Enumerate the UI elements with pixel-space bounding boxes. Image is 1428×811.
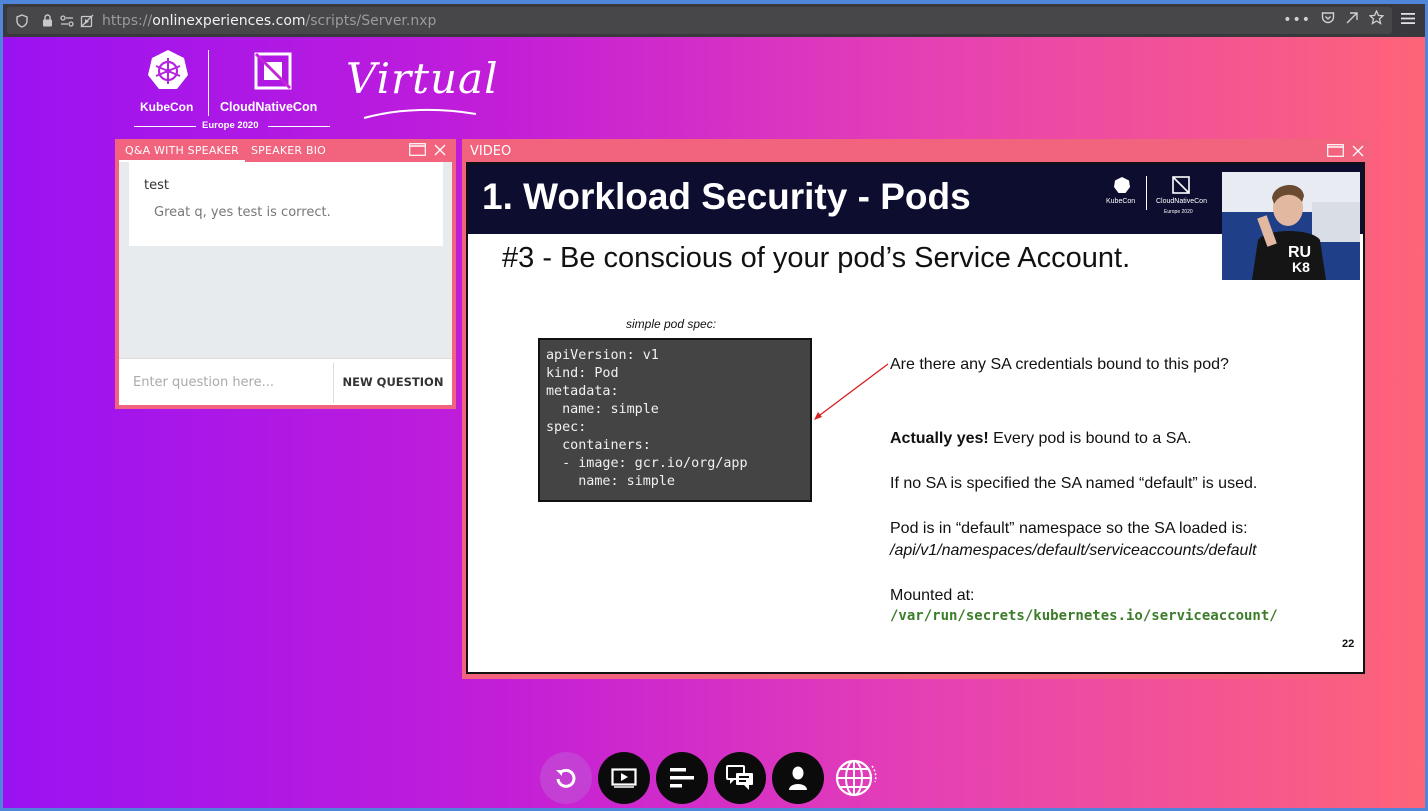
shield-icon[interactable] (16, 11, 28, 31)
virtual-swash (363, 108, 477, 119)
question-input[interactable] (119, 359, 333, 405)
event-logo: KubeCon CloudNativeCon Europe 2020 Virtu… (134, 48, 498, 132)
hamburger-menu-icon[interactable] (1401, 10, 1415, 29)
tab-qa-with-speaker[interactable]: Q&A WITH SPEAKER (119, 139, 245, 162)
spec-label: simple pod spec: (626, 317, 717, 331)
slide-page-number: 22 (1342, 638, 1355, 650)
browser-toolbar: https://onlinexperiences.com/scripts/Ser… (3, 4, 1425, 37)
language-icon (835, 759, 877, 797)
new-question-button[interactable]: NEW QUESTION (334, 359, 452, 405)
kubecon-label: KubeCon (140, 100, 194, 114)
sa-path: /api/v1/namespaces/default/serviceaccoun… (890, 542, 1257, 559)
refresh-icon (556, 768, 576, 788)
pocket-icon[interactable] (1321, 11, 1335, 29)
kubernetes-logo-icon (1114, 177, 1130, 193)
video-player[interactable]: 1. Workload Security - Pods KubeCon Clou… (466, 162, 1365, 674)
url-actions: ••• (1283, 9, 1385, 29)
sa-question: Are there any SA credentials bound to th… (890, 356, 1229, 373)
close-icon[interactable] (1352, 145, 1364, 157)
slide-kubecon-label: KubeCon (1106, 198, 1136, 205)
code-line: - image: gcr.io/org/app (546, 456, 748, 471)
qa-panel-controls (409, 143, 446, 156)
logo-underline-right (268, 126, 330, 127)
qa-list: test Great q, yes test is correct. (119, 162, 452, 358)
virtual-wordmark: Virtual (346, 54, 499, 103)
screenshot-icon[interactable] (1345, 11, 1359, 29)
slide-event-logo: KubeCon CloudNativeCon Europe 2020 (1106, 176, 1216, 220)
cncf-logo-icon (1172, 176, 1190, 194)
autoplay-blocked-icon[interactable] (80, 11, 94, 31)
qa-item: test Great q, yes test is correct. (129, 162, 443, 246)
shirt-text-2: K8 (1292, 259, 1310, 275)
code-line: name: simple (546, 474, 675, 489)
code-line: metadata: (546, 384, 619, 399)
chat-icon (726, 765, 753, 790)
profile-icon (789, 766, 807, 790)
cloudnativecon-label: CloudNativeCon (220, 100, 318, 114)
logo-underline-left (134, 126, 196, 127)
agenda-button[interactable] (656, 752, 708, 804)
mounted-label: Mounted at: (890, 587, 975, 604)
speaker-video-frame (1222, 172, 1360, 280)
agenda-icon (670, 768, 694, 788)
tab-speaker-bio[interactable]: SPEAKER BIO (245, 139, 332, 162)
code-line: spec: (546, 420, 587, 435)
video-panel-title: VIDEO (470, 144, 512, 159)
more-actions-icon[interactable]: ••• (1283, 12, 1311, 28)
refresh-button[interactable] (540, 752, 592, 804)
shirt-text: RU (1288, 244, 1312, 261)
profile-button[interactable] (772, 752, 824, 804)
edition-label: Europe 2020 (202, 120, 259, 131)
cncf-logo-icon (254, 52, 292, 90)
slide-logo-divider (1146, 176, 1147, 210)
namespace-note: Pod is in “default” namespace so the SA … (890, 520, 1248, 537)
video-icon (611, 768, 637, 788)
video-panel: VIDEO 1. Workload Security - Pods KubeCo… (462, 139, 1370, 679)
qa-question: test (144, 178, 169, 193)
pod-spec-code: apiVersion: v1 kind: Pod metadata: name:… (538, 338, 812, 502)
close-icon[interactable] (434, 144, 446, 156)
code-line: name: simple (546, 402, 659, 417)
qa-input-row: NEW QUESTION (119, 358, 452, 405)
speaker-camera: RU K8 (1222, 172, 1360, 280)
pointer-arrow (814, 363, 889, 420)
bottom-dock (540, 752, 882, 804)
lock-icon[interactable] (42, 11, 53, 31)
slide-cnc-label: CloudNativeCon (1156, 198, 1207, 205)
kubernetes-logo-icon (148, 50, 188, 89)
qa-answer: Great q, yes test is correct. (154, 205, 331, 220)
sa-answer: Actually yes! Every pod is bound to a SA… (890, 430, 1192, 447)
slide-europe-label: Europe 2020 (1164, 209, 1193, 215)
qa-tab-bar: Q&A WITH SPEAKER SPEAKER BIO (119, 139, 452, 162)
video-button[interactable] (598, 752, 650, 804)
video-panel-controls (1327, 144, 1364, 157)
slide-title: 1. Workload Security - Pods (482, 176, 971, 217)
mount-path: /var/run/secrets/kubernetes.io/serviceac… (890, 608, 1278, 624)
language-button[interactable] (830, 752, 882, 804)
url-text: https://onlinexperiences.com/scripts/Ser… (102, 12, 437, 29)
chat-button[interactable] (714, 752, 766, 804)
permissions-icon[interactable] (60, 11, 74, 31)
code-line: containers: (546, 438, 651, 453)
bookmark-star-icon[interactable] (1368, 9, 1385, 29)
qa-panel: Q&A WITH SPEAKER SPEAKER BIO test Great … (115, 139, 456, 409)
maximize-icon[interactable] (1327, 144, 1344, 157)
slide-subtitle: #3 - Be conscious of your pod’s Service … (502, 242, 1131, 274)
logo-divider (208, 50, 209, 116)
default-sa-note: If no SA is specified the SA named “defa… (890, 475, 1258, 492)
code-line: apiVersion: v1 (546, 348, 659, 363)
code-line: kind: Pod (546, 366, 619, 381)
maximize-icon[interactable] (409, 143, 426, 156)
url-field[interactable]: https://onlinexperiences.com/scripts/Ser… (7, 7, 1392, 34)
